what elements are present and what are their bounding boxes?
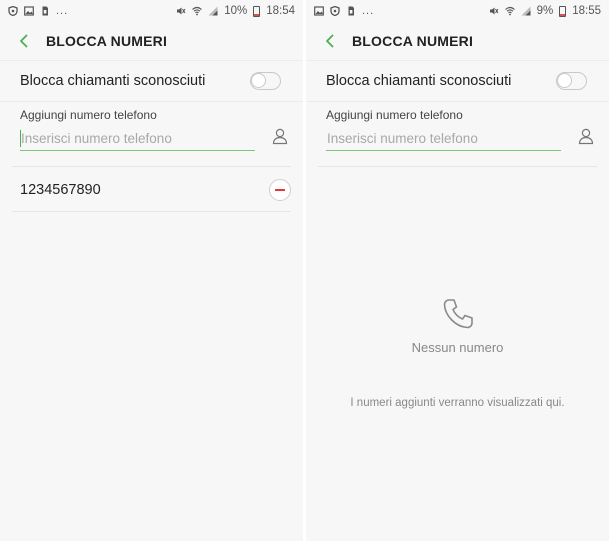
phone-icon	[440, 296, 476, 332]
phone-screen-right: ... 9% 18:55 BLOCCA NUMERI Blocca chiama…	[306, 0, 609, 541]
back-icon[interactable]	[322, 33, 338, 49]
empty-title: Nessun numero	[411, 340, 504, 355]
contact-icon[interactable]	[271, 127, 289, 145]
toggle-knob	[251, 73, 266, 88]
app-header: BLOCCA NUMERI	[0, 22, 303, 60]
toggle-knob	[557, 73, 572, 88]
add-number-section: Aggiungi numero telefono	[306, 102, 609, 166]
phone-input-wrapper	[326, 127, 561, 151]
phone-input-wrapper	[20, 127, 255, 151]
signal-icon	[208, 6, 218, 16]
divider	[12, 211, 291, 212]
block-unknown-toggle[interactable]	[250, 72, 281, 90]
block-unknown-toggle[interactable]	[556, 72, 587, 90]
remove-icon	[275, 189, 285, 191]
divider	[12, 166, 291, 167]
back-icon[interactable]	[16, 33, 32, 49]
image-icon	[314, 6, 324, 16]
more-notifications: ...	[362, 5, 375, 17]
app-header: BLOCCA NUMERI	[306, 22, 609, 60]
signal-icon	[521, 6, 531, 16]
blocked-number: 1234567890	[20, 182, 101, 198]
sim-icon	[346, 6, 356, 16]
empty-state: Nessun numero	[306, 296, 609, 355]
divider	[318, 166, 597, 167]
image-icon	[24, 6, 34, 16]
battery-icon	[253, 5, 261, 17]
contact-icon[interactable]	[577, 127, 595, 145]
clock: 18:54	[266, 5, 295, 17]
page-title: BLOCCA NUMERI	[46, 33, 168, 49]
wifi-icon	[192, 6, 203, 16]
blocked-number-row[interactable]: 1234567890	[0, 169, 303, 211]
text-caret	[20, 130, 21, 147]
clock: 18:55	[572, 5, 601, 17]
phone-number-input[interactable]	[20, 127, 255, 149]
block-unknown-label: Blocca chiamanti sconosciuti	[326, 73, 512, 89]
phone-screen-left: ... 10% 18:54 BLOCCA NUMERI Blocca chiam…	[0, 0, 303, 541]
add-number-label: Aggiungi numero telefono	[326, 108, 463, 122]
phone-number-input[interactable]	[326, 127, 561, 149]
add-number-section: Aggiungi numero telefono	[0, 102, 303, 166]
mute-icon	[176, 6, 186, 16]
more-notifications: ...	[56, 5, 69, 17]
shield-icon	[330, 6, 340, 16]
block-unknown-row[interactable]: Blocca chiamanti sconosciuti	[0, 60, 303, 102]
block-unknown-label: Blocca chiamanti sconosciuti	[20, 73, 206, 89]
remove-number-button[interactable]	[269, 179, 291, 201]
empty-subtitle: I numeri aggiunti verranno visualizzati …	[350, 397, 565, 409]
status-bar: ... 10% 18:54	[0, 0, 303, 22]
wifi-icon	[504, 6, 515, 16]
add-number-label: Aggiungi numero telefono	[20, 108, 157, 122]
shield-icon	[8, 6, 18, 16]
battery-icon	[559, 5, 567, 17]
sim-icon	[40, 6, 50, 16]
battery-percent: 10%	[224, 5, 248, 17]
block-unknown-row[interactable]: Blocca chiamanti sconosciuti	[306, 60, 609, 102]
mute-icon	[489, 6, 499, 16]
battery-percent: 9%	[536, 5, 554, 17]
page-title: BLOCCA NUMERI	[352, 33, 474, 49]
status-bar: ... 9% 18:55	[306, 0, 609, 22]
